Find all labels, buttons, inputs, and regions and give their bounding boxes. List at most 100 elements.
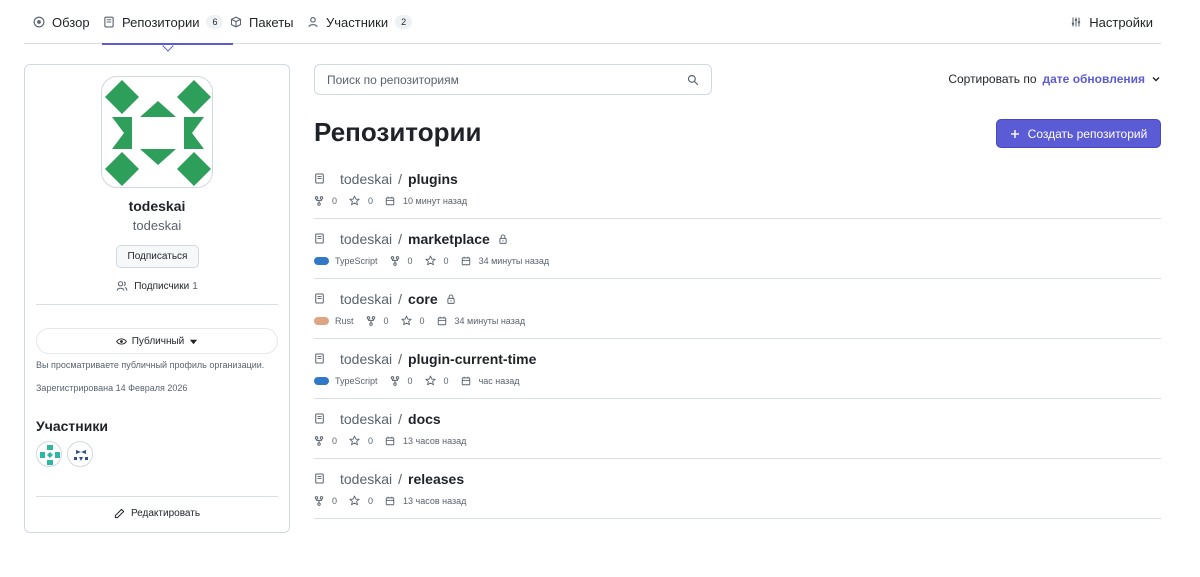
updated-label: 13 часов назад xyxy=(403,435,467,446)
fork-icon xyxy=(314,435,324,446)
settings-link[interactable]: Настройки xyxy=(1069,0,1153,44)
repo-owner[interactable]: todeskai xyxy=(340,411,392,427)
repo-language: Rust xyxy=(314,316,354,326)
tab-members[interactable]: Участники 2 xyxy=(306,0,413,44)
repo-updated: час назад xyxy=(461,376,520,386)
org-avatar xyxy=(101,76,213,188)
member-avatar[interactable] xyxy=(36,441,62,467)
repo-title: todeskai / plugin-current-time xyxy=(314,351,536,367)
visibility-label: Публичный xyxy=(131,335,185,347)
org-name: todeskai xyxy=(128,198,186,214)
star-count: 0 xyxy=(443,255,449,266)
repo-row: todeskai / releases 0 0 13 часов назад xyxy=(314,459,1161,519)
followers-label: Подписчики xyxy=(134,280,190,292)
visibility-dropdown[interactable]: Публичный xyxy=(36,328,278,354)
repo-language: TypeScript xyxy=(314,376,378,386)
star-icon xyxy=(349,435,360,446)
repo-name-link[interactable]: releases xyxy=(408,471,464,487)
repo-stars[interactable]: 0 xyxy=(349,435,373,446)
followers-link[interactable]: Подписчики 1 xyxy=(25,280,289,292)
calendar-icon xyxy=(385,496,395,506)
repo-owner[interactable]: todeskai xyxy=(340,231,392,247)
star-icon xyxy=(349,495,360,506)
repo-forks[interactable]: 0 xyxy=(314,196,337,206)
repo-stars[interactable]: 0 xyxy=(349,195,373,206)
repo-stars[interactable]: 0 xyxy=(424,255,449,266)
updated-label: час назад xyxy=(478,375,520,386)
package-icon xyxy=(229,16,242,29)
sort-value[interactable]: дате обновления xyxy=(1043,72,1145,86)
fork-count: 0 xyxy=(407,375,413,386)
repo-owner[interactable]: todeskai xyxy=(340,171,392,187)
fork-count: 0 xyxy=(383,315,389,326)
repo-stars[interactable]: 0 xyxy=(424,375,449,386)
eye-icon xyxy=(115,336,127,347)
star-count: 0 xyxy=(443,375,449,386)
repo-meta: 0 0 13 часов назад xyxy=(314,435,478,446)
repo-separator: / xyxy=(398,171,403,187)
star-icon xyxy=(349,195,360,206)
sort-label: Сортировать по xyxy=(948,72,1037,86)
create-repo-label: Создать репозиторий xyxy=(1027,126,1148,141)
repo-row: todeskai / plugins 0 0 10 минут назад xyxy=(314,159,1161,219)
org-profile-card: todeskai todeskai Подписаться Подписчики… xyxy=(24,64,290,533)
repo-title: todeskai / releases xyxy=(314,471,464,487)
tab-label: Обзор xyxy=(52,14,90,30)
repo-row: todeskai / docs 0 0 13 часов назад xyxy=(314,399,1161,459)
language-label: TypeScript xyxy=(335,375,378,386)
repo-name-link[interactable]: docs xyxy=(408,411,441,427)
page-title: Репозитории xyxy=(314,117,482,147)
star-icon xyxy=(424,255,436,266)
updated-label: 10 минут назад xyxy=(403,195,468,206)
pencil-icon xyxy=(114,508,125,519)
repo-row: todeskai / marketplace TypeScript 0 0 34 минут… xyxy=(314,219,1161,279)
updated-label: 34 минуты назад xyxy=(478,255,550,266)
repo-forks[interactable]: 0 xyxy=(390,256,413,266)
search-icon[interactable] xyxy=(687,74,699,86)
repo-owner[interactable]: todeskai xyxy=(340,351,392,367)
repo-forks[interactable]: 0 xyxy=(366,316,389,326)
repo-owner[interactable]: todeskai xyxy=(340,471,392,487)
repo-meta: Rust 0 0 34 минуты назад xyxy=(314,315,537,326)
repo-updated: 13 часов назад xyxy=(385,436,466,446)
repo-title: todeskai / docs xyxy=(314,411,441,427)
repo-forks[interactable]: 0 xyxy=(314,436,337,446)
repo-name-link[interactable]: marketplace xyxy=(408,231,490,247)
repo-name-link[interactable]: core xyxy=(408,291,438,307)
tab-packages[interactable]: Пакеты xyxy=(229,0,294,44)
repo-name-link[interactable]: plugins xyxy=(408,171,458,187)
registration-date: Зарегистрирована 14 Февраля 2026 xyxy=(36,383,188,393)
calendar-icon xyxy=(385,436,395,446)
tab-repositories[interactable]: Репозитории 6 xyxy=(102,0,234,52)
repo-icon xyxy=(102,16,115,29)
settings-label: Настройки xyxy=(1089,14,1153,30)
edit-profile-link[interactable]: Редактировать xyxy=(25,508,289,519)
repo-meta: TypeScript 0 0 34 минуты назад xyxy=(314,255,561,266)
repo-forks[interactable]: 0 xyxy=(314,496,337,506)
repo-row: todeskai / core Rust 0 0 34 минуты назад xyxy=(314,279,1161,339)
repo-updated: 34 минуты назад xyxy=(461,255,550,266)
people-icon xyxy=(116,280,128,292)
repo-owner[interactable]: todeskai xyxy=(340,291,392,307)
repo-forks[interactable]: 0 xyxy=(390,376,413,386)
updated-label: 34 минуты назад xyxy=(454,315,526,326)
repo-stars[interactable]: 0 xyxy=(400,315,425,326)
follow-button[interactable]: Подписаться xyxy=(116,245,199,268)
tab-label: Пакеты xyxy=(249,14,294,30)
sliders-icon xyxy=(1069,16,1082,29)
triangle-down-icon xyxy=(189,337,198,346)
create-repo-button[interactable]: Создать репозиторий xyxy=(996,119,1161,148)
visibility-note: Вы просматриваете публичный профиль орга… xyxy=(36,360,265,370)
repo-name-link[interactable]: plugin-current-time xyxy=(408,351,536,367)
tab-overview[interactable]: Обзор xyxy=(32,0,90,44)
members-count-badge: 2 xyxy=(395,15,413,29)
fork-icon xyxy=(314,195,324,206)
language-color-dot xyxy=(314,256,329,265)
repo-title: todeskai / core xyxy=(314,291,456,307)
repo-stars[interactable]: 0 xyxy=(349,495,373,506)
member-avatar[interactable] xyxy=(67,441,93,467)
search-input[interactable] xyxy=(327,72,687,87)
sort-control[interactable]: Сортировать по дате обновления xyxy=(948,72,1161,86)
repo-icon xyxy=(314,293,326,305)
repo-search[interactable] xyxy=(314,64,712,95)
